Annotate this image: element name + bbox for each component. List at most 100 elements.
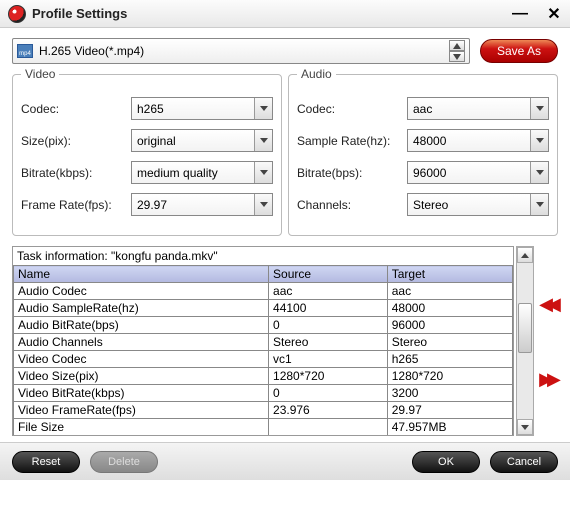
table-row[interactable]: Video FrameRate(fps)23.97629.97 (14, 402, 513, 419)
table-cell: 1280*720 (269, 368, 388, 385)
audio-channels-select[interactable]: Stereo (407, 193, 549, 216)
chevron-down-icon[interactable] (530, 130, 548, 151)
stepper-down-icon[interactable] (449, 51, 465, 62)
table-cell: Audio SampleRate(hz) (14, 300, 269, 317)
audio-sr-label: Sample Rate(hz): (297, 134, 407, 148)
nav-arrows: ◀◀ ▶▶ (536, 246, 558, 436)
content-area: mp4 H.265 Video(*.mp4) Save As Video Cod… (0, 28, 570, 442)
video-size-select[interactable]: original (131, 129, 273, 152)
table-cell: Audio Channels (14, 334, 269, 351)
table-cell: h265 (387, 351, 512, 368)
table-cell: 23.976 (269, 402, 388, 419)
table-row[interactable]: Video BitRate(kbps)03200 (14, 385, 513, 402)
video-bitrate-label: Bitrate(kbps): (21, 166, 131, 180)
table-cell: aac (387, 283, 512, 300)
audio-bitrate-label: Bitrate(bps): (297, 166, 407, 180)
audio-bitrate-select[interactable]: 96000 (407, 161, 549, 184)
audio-bitrate-value: 96000 (413, 166, 446, 180)
chevron-down-icon[interactable] (530, 98, 548, 119)
chevron-down-icon[interactable] (254, 98, 272, 119)
table-header-row: Name Source Target (14, 266, 513, 283)
task-info-title: Task information: "kongfu panda.mkv" (13, 249, 513, 265)
cancel-button[interactable]: Cancel (490, 451, 558, 473)
video-fps-value: 29.97 (137, 198, 167, 212)
table-cell: Video Codec (14, 351, 269, 368)
profile-stepper[interactable] (449, 40, 465, 62)
audio-codec-label: Codec: (297, 102, 407, 116)
table-cell: 1280*720 (387, 368, 512, 385)
col-source[interactable]: Source (269, 266, 388, 283)
reset-button[interactable]: Reset (12, 451, 80, 473)
scroll-thumb[interactable] (518, 303, 532, 353)
profile-row: mp4 H.265 Video(*.mp4) Save As (12, 38, 558, 64)
video-codec-select[interactable]: h265 (131, 97, 273, 120)
next-task-button[interactable]: ▶▶ (539, 373, 555, 385)
table-cell: Stereo (269, 334, 388, 351)
minimize-button[interactable]: — (510, 4, 530, 24)
video-group: Video Codec: h265 Size(pix): original Bi… (12, 74, 282, 236)
chevron-down-icon[interactable] (530, 194, 548, 215)
app-icon (8, 5, 26, 23)
stepper-up-icon[interactable] (449, 40, 465, 51)
task-section: Task information: "kongfu panda.mkv" Nam… (12, 246, 558, 436)
table-cell: Audio Codec (14, 283, 269, 300)
chevron-down-icon[interactable] (254, 194, 272, 215)
chevron-down-icon[interactable] (254, 130, 272, 151)
video-bitrate-select[interactable]: medium quality (131, 161, 273, 184)
scroll-track[interactable] (517, 263, 533, 419)
titlebar: Profile Settings — ✕ (0, 0, 570, 28)
table-row[interactable]: Audio ChannelsStereoStereo (14, 334, 513, 351)
table-cell: 29.97 (387, 402, 512, 419)
audio-sr-value: 48000 (413, 134, 446, 148)
close-button[interactable]: ✕ (544, 4, 564, 24)
table-cell: 44100 (269, 300, 388, 317)
video-codec-label: Codec: (21, 102, 131, 116)
footer: Reset Delete OK Cancel (0, 442, 570, 480)
table-cell: Video FrameRate(fps) (14, 402, 269, 419)
table-row[interactable]: Audio Codecaacaac (14, 283, 513, 300)
settings-groups: Video Codec: h265 Size(pix): original Bi… (12, 74, 558, 236)
scroll-up-icon[interactable] (517, 247, 533, 263)
mp4-format-icon: mp4 (17, 44, 33, 58)
prev-task-button[interactable]: ◀◀ (539, 298, 555, 310)
video-codec-value: h265 (137, 102, 164, 116)
audio-group-label: Audio (297, 67, 336, 81)
video-group-label: Video (21, 67, 59, 81)
table-row[interactable]: Video Size(pix)1280*7201280*720 (14, 368, 513, 385)
scrollbar[interactable] (516, 246, 534, 436)
video-fps-label: Frame Rate(fps): (21, 198, 131, 212)
profile-select[interactable]: mp4 H.265 Video(*.mp4) (12, 38, 470, 64)
video-bitrate-value: medium quality (137, 166, 218, 180)
table-row[interactable]: File Size47.957MB (14, 419, 513, 436)
table-cell: 3200 (387, 385, 512, 402)
save-as-button[interactable]: Save As (480, 39, 558, 63)
audio-codec-select[interactable]: aac (407, 97, 549, 120)
table-cell: 48000 (387, 300, 512, 317)
audio-channels-value: Stereo (413, 198, 448, 212)
table-row[interactable]: Audio SampleRate(hz)4410048000 (14, 300, 513, 317)
ok-button[interactable]: OK (412, 451, 480, 473)
audio-sr-select[interactable]: 48000 (407, 129, 549, 152)
table-cell: aac (269, 283, 388, 300)
chevron-down-icon[interactable] (254, 162, 272, 183)
table-cell: Stereo (387, 334, 512, 351)
col-name[interactable]: Name (14, 266, 269, 283)
audio-channels-label: Channels: (297, 198, 407, 212)
table-cell: 0 (269, 385, 388, 402)
video-fps-select[interactable]: 29.97 (131, 193, 273, 216)
table-cell: 0 (269, 317, 388, 334)
window: Profile Settings — ✕ mp4 H.265 Video(*.m… (0, 0, 570, 480)
scroll-down-icon[interactable] (517, 419, 533, 435)
chevron-down-icon[interactable] (530, 162, 548, 183)
table-row[interactable]: Audio BitRate(bps)096000 (14, 317, 513, 334)
task-info-table: Name Source Target Audio CodecaacaacAudi… (13, 265, 513, 436)
table-cell: Audio BitRate(bps) (14, 317, 269, 334)
col-target[interactable]: Target (387, 266, 512, 283)
delete-button: Delete (90, 451, 158, 473)
window-title: Profile Settings (32, 6, 127, 21)
audio-codec-value: aac (413, 102, 432, 116)
audio-group: Audio Codec: aac Sample Rate(hz): 48000 … (288, 74, 558, 236)
table-cell: Video Size(pix) (14, 368, 269, 385)
table-row[interactable]: Video Codecvc1h265 (14, 351, 513, 368)
table-cell: Video BitRate(kbps) (14, 385, 269, 402)
